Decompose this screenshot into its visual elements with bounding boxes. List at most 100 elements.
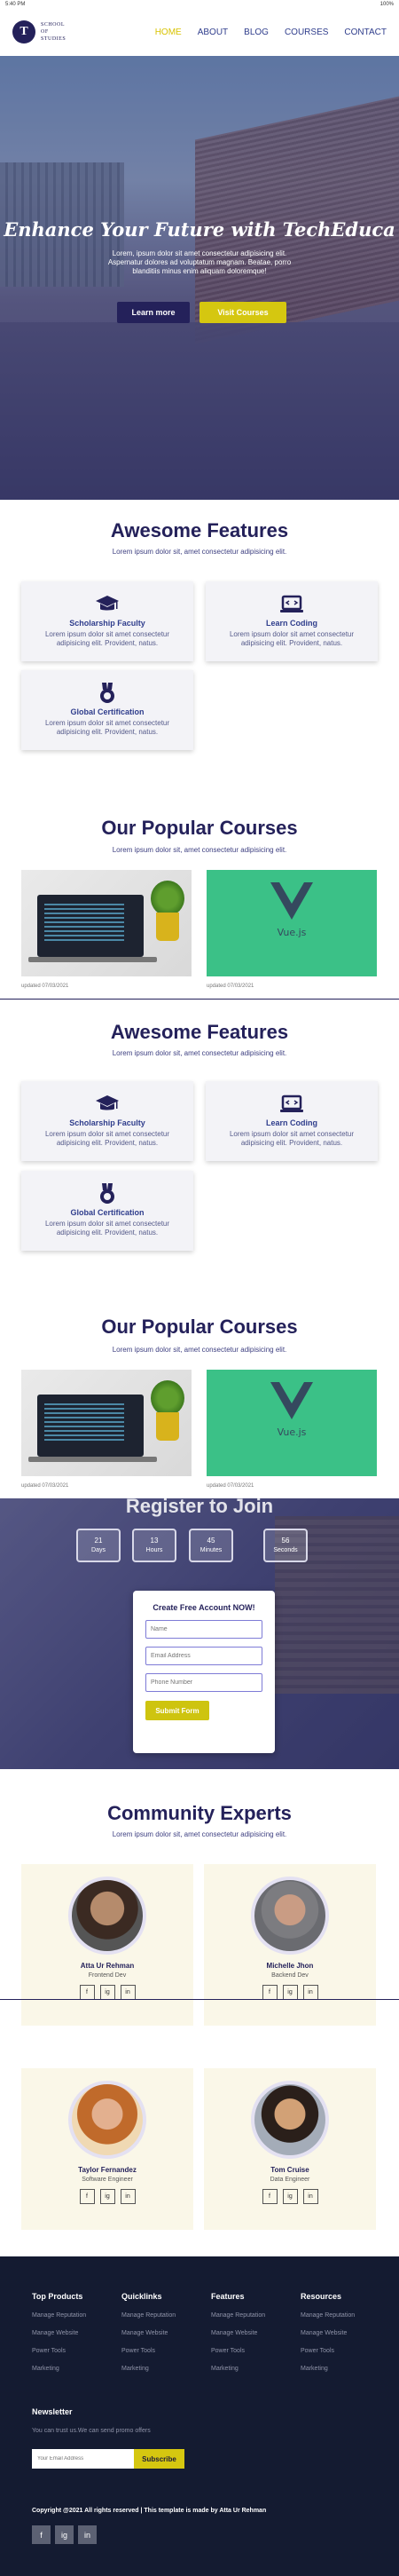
countdown-hours: 13 Hours (132, 1529, 176, 1562)
nav-courses[interactable]: COURSES (285, 28, 328, 37)
subscribe-button[interactable]: Subscribe (134, 2449, 184, 2469)
course-card-vue[interactable]: Vue.js updated 07/03/2021 (207, 1370, 377, 1492)
logo-letter: T (20, 25, 28, 38)
course-card-vue[interactable]: Vue.js updated 07/03/2021 (207, 870, 377, 992)
footer-link[interactable]: Manage Reputation (32, 2312, 121, 2319)
courses-subtitle: Lorem ipsum dolor sit, amet consectetur … (112, 846, 287, 854)
submit-form-button[interactable]: Submit Form (145, 1701, 209, 1720)
footer-link[interactable]: Manage Website (121, 2330, 210, 2336)
footer-link[interactable]: Power Tools (32, 2348, 121, 2354)
hero-title: Enhance Your Future with TechEduca (4, 218, 395, 241)
course-updated-date: updated 07/03/2021 (21, 984, 69, 989)
feature-desc: Lorem ipsum dolor sit amet consectetur a… (44, 719, 170, 736)
instagram-icon[interactable]: ig (282, 1985, 298, 2000)
footer-heading: Top Products (32, 2292, 83, 2301)
laptop-code-icon (280, 595, 303, 612)
name-input[interactable] (145, 1620, 262, 1639)
countdown-minutes: 45 Minutes (189, 1529, 233, 1562)
email-input[interactable] (145, 1647, 262, 1665)
footer-link[interactable]: Marketing (121, 2366, 210, 2372)
vuejs-logo: Vue.js (207, 1370, 377, 1476)
medal-icon (100, 683, 114, 703)
vuejs-logo: Vue.js (207, 870, 377, 976)
footer-link[interactable]: Marketing (211, 2366, 300, 2372)
footer-social-links: f ig in (32, 2525, 97, 2544)
footer-link[interactable]: Manage Reputation (211, 2312, 300, 2319)
feature-card-certification: Global Certification Lorem ipsum dolor s… (21, 1171, 193, 1251)
courses-title: Our Popular Courses (101, 817, 298, 839)
register-title: Register to Join (125, 1498, 274, 1517)
footer-column-top-products: Top Products Manage Reputation Manage We… (32, 2292, 121, 2372)
laptop-code-photo (21, 1370, 192, 1476)
facebook-icon[interactable]: f (32, 2525, 51, 2544)
graduation-cap-icon (96, 1095, 119, 1110)
footer-link[interactable]: Power Tools (211, 2348, 300, 2354)
footer-heading: Features (211, 2292, 245, 2301)
form-title: Create Free Account NOW! (153, 1603, 255, 1612)
main-nav: HOME ABOUT BLOG COURSES CONTACT (155, 28, 387, 37)
facebook-icon[interactable]: f (262, 1985, 278, 2000)
avatar (68, 2081, 146, 2159)
experts-title: Community Experts (107, 1802, 292, 1824)
countdown-days: 21 Days (76, 1529, 121, 1562)
nav-contact[interactable]: CONTACT (344, 28, 387, 37)
feature-card-certification: Global Certification Lorem ipsum dolor s… (21, 670, 193, 750)
course-updated-date: updated 07/03/2021 (21, 1483, 69, 1489)
logo-badge[interactable]: T (12, 20, 35, 43)
footer-link[interactable]: Marketing (32, 2366, 121, 2372)
register-section: Register to Join 21 Days 13 Hours 45 Min… (0, 1498, 399, 1769)
expert-card: Michelle Jhon Backend Dev f ig in (204, 1864, 376, 2026)
feature-title: Learn Coding (266, 1118, 317, 1127)
countdown-value: 56 (281, 1537, 290, 1545)
countdown-label: Minutes (200, 1547, 223, 1553)
medal-icon (100, 1183, 114, 1204)
visit-courses-button[interactable]: Visit Courses (200, 302, 286, 323)
linkedin-icon[interactable]: in (120, 2189, 136, 2204)
linkedin-icon[interactable]: in (78, 2525, 97, 2544)
footer-link[interactable]: Power Tools (301, 2348, 389, 2354)
learn-more-button[interactable]: Learn more (117, 302, 190, 323)
expert-role: Software Engineer (82, 2177, 133, 2183)
avatar (68, 1877, 146, 1955)
expert-role: Frontend Dev (88, 1972, 127, 1979)
newsletter-title: Newsletter (32, 2407, 73, 2416)
instagram-icon[interactable]: ig (55, 2525, 74, 2544)
linkedin-icon[interactable]: in (302, 1985, 318, 2000)
footer-link[interactable]: Power Tools (121, 2348, 210, 2354)
footer-link[interactable]: Manage Website (32, 2330, 121, 2336)
signup-form: Create Free Account NOW! Submit Form (133, 1591, 275, 1753)
phone-input[interactable] (145, 1673, 262, 1692)
facebook-icon[interactable]: f (262, 2189, 278, 2204)
course-card-coding[interactable]: updated 07/03/2021 (21, 1370, 192, 1492)
expert-name: Taylor Fernandez (78, 2166, 137, 2174)
facebook-icon[interactable]: f (79, 1985, 95, 2000)
features-title: Awesome Features (110, 519, 289, 541)
facebook-icon[interactable]: f (79, 2189, 95, 2204)
nav-home[interactable]: HOME (155, 28, 182, 37)
nav-blog[interactable]: BLOG (244, 28, 269, 37)
instagram-icon[interactable]: ig (282, 2189, 298, 2204)
footer-link[interactable]: Manage Website (301, 2330, 389, 2336)
site-footer: Top Products Manage Reputation Manage We… (0, 2256, 399, 2576)
nav-about[interactable]: ABOUT (198, 28, 228, 37)
instagram-icon[interactable]: ig (99, 1985, 115, 2000)
linkedin-icon[interactable]: in (120, 1985, 136, 2000)
vue-label: Vue.js (277, 927, 307, 938)
footer-link[interactable]: Manage Reputation (121, 2312, 210, 2319)
logo-line-1: SCHOOL (41, 22, 66, 28)
instagram-icon[interactable]: ig (99, 2189, 115, 2204)
logo-line-3: STUDIES (41, 36, 66, 42)
footer-link[interactable]: Manage Website (211, 2330, 300, 2336)
newsletter-email-input[interactable] (32, 2449, 134, 2469)
linkedin-icon[interactable]: in (302, 2189, 318, 2204)
footer-heading: Resources (301, 2292, 342, 2301)
footer-link[interactable]: Marketing (301, 2366, 389, 2372)
feature-title: Global Certification (70, 707, 145, 716)
courses-subtitle: Lorem ipsum dolor sit, amet consectetur … (112, 1346, 287, 1354)
expert-card: Taylor Fernandez Software Engineer f ig … (21, 2068, 193, 2230)
feature-desc: Lorem ipsum dolor sit amet consectetur a… (229, 630, 355, 647)
feature-card-coding: Learn Coding Lorem ipsum dolor sit amet … (206, 1081, 378, 1161)
footer-link[interactable]: Manage Reputation (301, 2312, 389, 2319)
course-card-coding[interactable]: updated 07/03/2021 (21, 870, 192, 992)
feature-title: Global Certification (70, 1208, 145, 1217)
